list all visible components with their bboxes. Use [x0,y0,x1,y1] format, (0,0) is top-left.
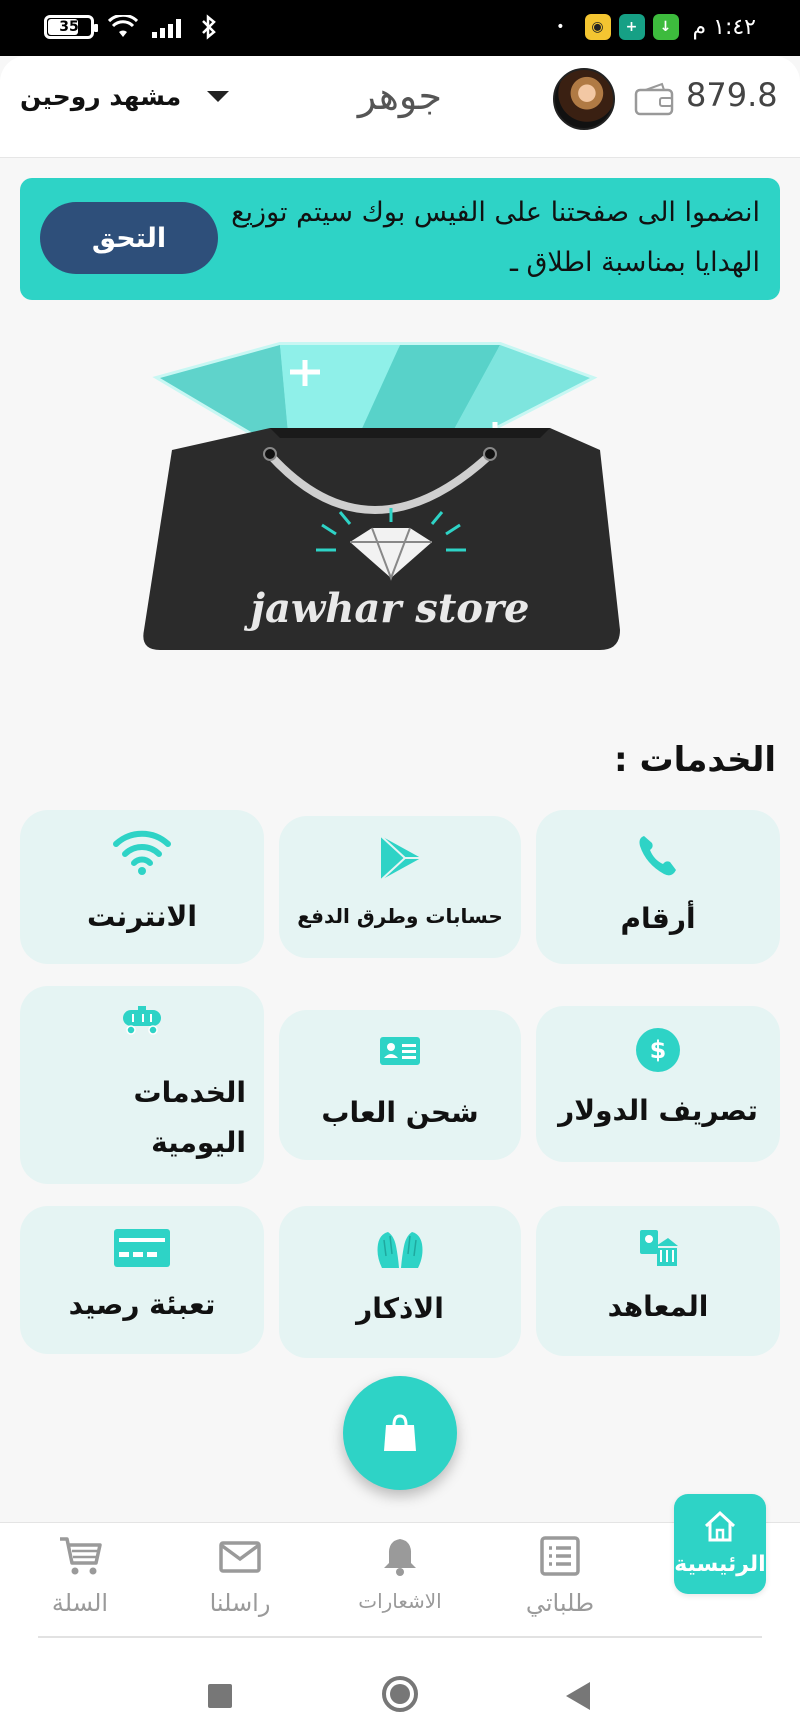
service-card-institutes[interactable]: المعاهد [536,1206,780,1356]
signal-icon [152,19,181,38]
nav-label: راسلنا [209,1589,271,1617]
app-title: جوهر [357,74,443,118]
app-header: مشهد روحين جوهر 879.8 [0,56,800,158]
dot-icon: • [556,19,565,35]
nav-label: طلباتي [525,1589,595,1617]
service-card-recharge-balance[interactable]: تعبئة رصيد [20,1206,264,1354]
nav-item-orders[interactable]: طلباتي [500,1535,620,1617]
service-card-dollar-exchange[interactable]: $ تصريف الدولار [536,1006,780,1162]
phone-icon [639,836,676,876]
service-card-adhkar[interactable]: الاذكار [279,1206,521,1358]
service-label: الاذكار [356,1292,444,1325]
bell-icon [384,1539,416,1576]
back-button[interactable] [566,1682,590,1710]
service-label: الانترنت [87,900,197,933]
cart-icon [60,1537,102,1575]
service-label: تعبئة رصيد [68,1288,216,1321]
service-label: أرقام [620,902,696,935]
nav-item-home[interactable]: الرئيسية [674,1494,766,1594]
nav-label: الرئيسية [674,1552,766,1577]
system-navigation-bar [0,1638,800,1733]
service-card-numbers[interactable]: أرقام [536,810,780,964]
nav-item-cart[interactable]: السلة [20,1535,140,1617]
notification-plus-icon: + [618,14,645,40]
institute-icon [640,1230,678,1266]
credit-card-icon [114,1229,170,1267]
service-label: تصريف الدولار [558,1094,758,1127]
service-label: المعاهد [607,1290,709,1323]
wifi-icon [113,830,171,875]
service-card-daily-services[interactable]: الخدمات اليومية [20,986,264,1184]
status-icons-right: • ◉ + ↓ ١:٤٢ م [556,14,756,40]
tanker-truck-icon [123,1006,161,1035]
jawhar-store-logo: jawhar store [143,342,621,650]
balance-amount: 879.8 [686,76,778,114]
nav-item-notifications[interactable]: الاشعارات [340,1535,460,1613]
shopping-bag-icon [384,1414,416,1451]
download-icon: ↓ [652,14,679,40]
shop-fab-button[interactable] [343,1376,457,1490]
service-card-internet[interactable]: الانترنت [20,810,264,964]
praying-hands-icon [377,1232,423,1268]
service-label: حسابات وطرق الدفع [297,904,503,928]
banner-text: انضموا الى صفحتنا على الفيس بوك سيتم توز… [231,197,760,278]
service-label: الخدمات اليومية [133,1076,246,1159]
dollar-icon: $ [636,1028,680,1072]
nav-label: الاشعارات [358,1589,442,1613]
nav-item-contact[interactable]: راسلنا [180,1535,300,1617]
status-bar: 35 • ◉ + ↓ ١:٤٢ م [0,0,800,56]
clock: ١:٤٢ م [692,14,757,40]
battery-icon: 35 [44,15,98,39]
service-card-game-topup[interactable]: شحن العاب [279,1010,521,1160]
svg-text:$: $ [650,1036,667,1064]
wifi-status-icon [108,15,138,37]
avatar[interactable] [553,68,615,130]
nav-label: السلة [51,1589,109,1617]
announcement-banner: انضموا الى صفحتنا على الفيس بوك سيتم توز… [20,178,780,300]
join-button[interactable]: التحق [40,202,218,274]
home-icon [704,1510,736,1542]
play-store-icon [380,835,421,881]
system-home-button[interactable] [382,1676,418,1712]
id-card-icon [380,1037,420,1065]
status-icons-left: 35 [44,14,218,40]
notification-app-icon: ◉ [584,14,611,40]
battery-level: 35 [59,19,79,35]
services-title: الخدمات : [614,740,776,780]
mail-icon [219,1541,261,1573]
service-label: شحن العاب [321,1096,479,1129]
logo-text: jawhar store [243,585,529,632]
bluetooth-icon [202,14,216,40]
service-card-accounts-payments[interactable]: حسابات وطرق الدفع [279,816,521,958]
wallet-icon[interactable] [634,82,674,116]
recent-apps-button[interactable] [208,1684,232,1708]
orders-icon [540,1536,580,1576]
